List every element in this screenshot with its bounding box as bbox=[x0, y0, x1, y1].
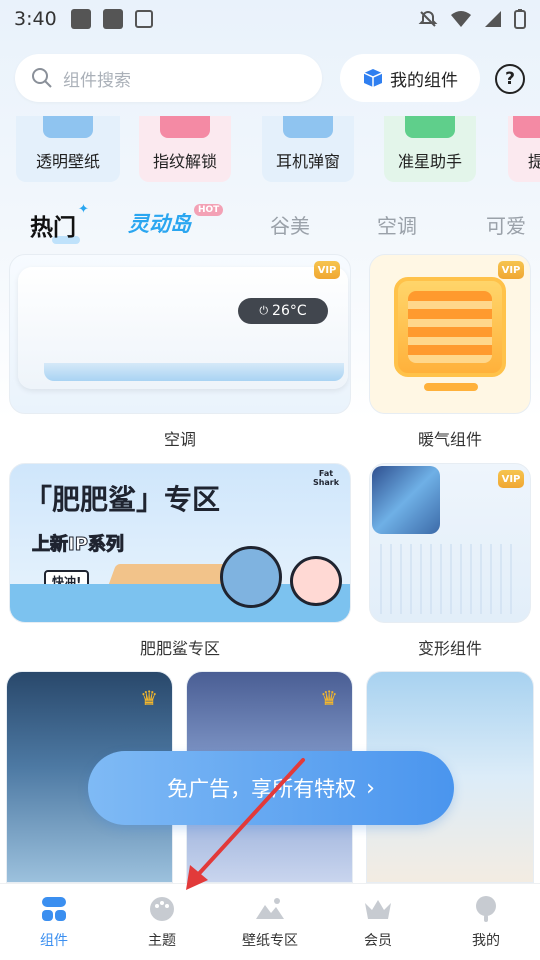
transparent-wallpaper-icon bbox=[43, 116, 93, 138]
chevron-right-icon: › bbox=[366, 775, 375, 801]
power-icon: ⏻ bbox=[259, 304, 269, 317]
nav-label: 我的 bbox=[472, 933, 500, 949]
shortcut-earphone-popup[interactable]: 耳机弹窗 bbox=[262, 116, 354, 182]
nav-profile[interactable]: 我的 bbox=[432, 884, 540, 960]
tab-dynamic-island-label: 灵动岛 bbox=[128, 212, 191, 236]
nav-label: 组件 bbox=[40, 933, 68, 949]
shark-logo: Fat Shark bbox=[312, 469, 340, 487]
transform-card-label: 变形组件 bbox=[417, 639, 482, 658]
fat-shark-card[interactable]: 「肥肥鲨」专区 上新IP系列 快冲! Fat Shark bbox=[9, 463, 351, 623]
shortcut-crosshair-helper[interactable]: 准星助手 bbox=[384, 116, 476, 182]
palette-icon bbox=[147, 894, 177, 924]
ac-widget-card[interactable]: ⏻ 26°C VIP bbox=[9, 254, 351, 414]
ac-vent bbox=[44, 363, 344, 381]
search-placeholder: 组件搜索 bbox=[63, 70, 131, 91]
pig-character-image bbox=[290, 556, 342, 606]
shortcut-transparent-wallpaper[interactable]: 透明壁纸 bbox=[16, 116, 120, 182]
shortcut-label: 准星助手 bbox=[397, 152, 462, 171]
vip-badge: VIP bbox=[498, 261, 524, 279]
tab-dynamic-island[interactable]: 灵动岛 HOT bbox=[128, 204, 224, 238]
mountain-icon bbox=[255, 894, 285, 924]
anime-avatar-image bbox=[372, 466, 440, 534]
heater-coils bbox=[408, 291, 492, 363]
shortcut-partial[interactable]: 提 bbox=[508, 116, 540, 182]
earphone-icon bbox=[283, 116, 333, 138]
nav-membership[interactable]: 会员 bbox=[324, 884, 432, 960]
shark-title: 「肥肥鲨」专区 bbox=[24, 483, 221, 516]
crown-icon bbox=[363, 894, 393, 924]
shark-subtitle: 上新IP系列 bbox=[32, 534, 125, 556]
category-tabs: 热门 ✦ 灵动岛 HOT 谷美 空调 可爱 bbox=[0, 200, 540, 244]
partial-shortcut-icon bbox=[513, 116, 540, 138]
help-label: ? bbox=[505, 69, 515, 89]
shortcut-label: 提 bbox=[528, 152, 540, 171]
shortcut-label: 耳机弹窗 bbox=[275, 152, 340, 171]
tab-air-conditioner[interactable]: 空调 bbox=[377, 210, 417, 239]
my-widgets-label: 我的组件 bbox=[390, 70, 458, 91]
ac-display: ⏻ 26°C bbox=[238, 298, 328, 324]
my-widgets-button[interactable]: 我的组件 bbox=[340, 54, 480, 102]
profile-icon bbox=[471, 894, 501, 924]
status-bar: 3:40 bbox=[0, 0, 540, 38]
shortcut-label: 透明壁纸 bbox=[35, 152, 100, 171]
promo-label: 免广告，享所有特权 bbox=[167, 777, 357, 801]
gallery-icon bbox=[70, 9, 91, 29]
tab-gumei[interactable]: 谷美 bbox=[270, 210, 310, 239]
crown-icon: ♛ bbox=[320, 686, 338, 710]
battery-icon bbox=[514, 9, 526, 29]
mute-icon bbox=[418, 10, 438, 27]
shortcut-row: 透明壁纸 指纹解锁 耳机弹窗 准星助手 提 bbox=[0, 116, 540, 182]
vip-badge: VIP bbox=[314, 261, 340, 279]
heater-card-label: 暖气组件 bbox=[417, 430, 482, 449]
widgets-icon bbox=[39, 894, 69, 924]
tab-hot[interactable]: 热门 ✦ bbox=[30, 202, 89, 244]
heater-stand bbox=[424, 383, 478, 391]
transform-widget-card[interactable]: VIP bbox=[369, 463, 531, 623]
signal-icon bbox=[485, 11, 501, 27]
ac-card-label: 空调 bbox=[163, 430, 196, 449]
search-icon bbox=[32, 68, 52, 88]
font-icon bbox=[134, 10, 153, 28]
wifi-icon bbox=[451, 11, 471, 27]
nav-label: 壁纸专区 bbox=[242, 933, 298, 949]
help-button[interactable]: ? bbox=[495, 64, 525, 94]
bottom-navigation: 组件 主题 壁纸专区 会员 我的 bbox=[0, 883, 540, 960]
tab-cute[interactable]: 可爱 bbox=[486, 210, 526, 239]
nav-label: 会员 bbox=[364, 933, 392, 949]
sparkle-icon: ✦ bbox=[78, 202, 89, 217]
shortcut-label: 指纹解锁 bbox=[152, 152, 217, 171]
shortcut-fingerprint-unlock[interactable]: 指纹解锁 bbox=[139, 116, 231, 182]
ad-free-promo-button[interactable]: 免广告，享所有特权 › bbox=[88, 751, 454, 825]
cube-icon bbox=[363, 69, 383, 87]
search-input[interactable]: 组件搜索 bbox=[15, 54, 322, 102]
crown-icon: ♛ bbox=[140, 686, 158, 710]
tab-hot-label: 热门 bbox=[30, 215, 76, 241]
ac-temperature: 26°C bbox=[272, 303, 307, 319]
shark-card-label: 肥肥鲨专区 bbox=[139, 639, 220, 658]
nav-wallpapers[interactable]: 壁纸专区 bbox=[216, 884, 324, 960]
status-time: 3:40 bbox=[14, 8, 57, 30]
heater-widget-card[interactable]: VIP bbox=[369, 254, 531, 414]
nav-widgets[interactable]: 组件 bbox=[0, 884, 108, 960]
hot-badge: HOT bbox=[194, 204, 224, 216]
transform-lines bbox=[380, 544, 520, 614]
shark-character-image bbox=[220, 546, 282, 608]
nav-label: 主题 bbox=[148, 933, 176, 949]
crosshair-icon bbox=[405, 116, 455, 138]
app-icon bbox=[102, 9, 123, 29]
fingerprint-icon bbox=[160, 116, 210, 138]
nav-themes[interactable]: 主题 bbox=[108, 884, 216, 960]
vip-badge: VIP bbox=[498, 470, 524, 488]
